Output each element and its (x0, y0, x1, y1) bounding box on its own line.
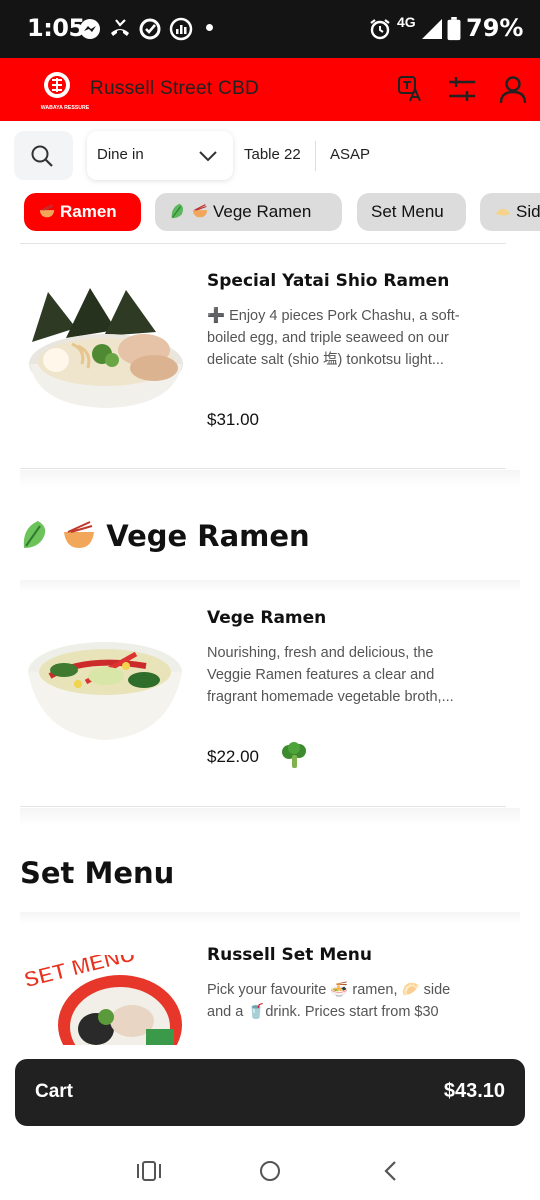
missed-call-icon (111, 19, 129, 36)
system-nav-bar (0, 1136, 540, 1200)
item-price: $22.00 (207, 747, 259, 766)
tab-sides[interactable]: Sid (480, 193, 540, 231)
store-name[interactable]: Russell Street CBD (90, 78, 259, 100)
battery-percent: 79% (466, 14, 524, 42)
cart-button[interactable]: Cart $43.10 (15, 1059, 525, 1126)
cart-label: Cart (35, 1081, 74, 1102)
card-shadow (20, 580, 520, 592)
section-title-vege-ramen: Vege Ramen (20, 518, 310, 553)
vege-ramen-image (28, 642, 182, 740)
item-name: Special Yatai Shio Ramen (207, 271, 450, 291)
network-type: 4G (397, 14, 416, 30)
desc-line: Nourishing, fresh and delicious, the (207, 645, 434, 661)
dumpling-icon (495, 208, 511, 216)
tab-vege-ramen[interactable]: Vege Ramen (155, 193, 342, 231)
app-header: WABAYA RESSURE Russell Street CBD (0, 58, 540, 121)
desc-line: fragrant homemade vegetable broth,... (207, 689, 454, 705)
status-time: 1:05 (27, 14, 85, 42)
alarm-icon (370, 19, 390, 40)
desc-line: Pick your favourite 🍜 ramen, 🥟 side (207, 982, 451, 998)
card-shadow (20, 808, 520, 826)
signal-icon (422, 19, 442, 39)
tab-ramen[interactable]: Ramen (24, 193, 141, 231)
battery-icon (447, 17, 461, 41)
home-icon[interactable] (255, 1156, 285, 1186)
sync-icon (139, 18, 161, 40)
tab-label: Set Menu (371, 202, 444, 221)
chevron-down-icon (199, 151, 217, 162)
item-description: Nourishing, fresh and delicious, the Veg… (207, 642, 507, 708)
dine-mode-value: Dine in (97, 146, 144, 163)
cart-total: $43.10 (443, 1080, 505, 1102)
item-description: ➕ Enjoy 4 pieces Pork Chashu, a soft- bo… (207, 305, 507, 371)
search-icon (31, 145, 53, 167)
desc-line: ➕ Enjoy 4 pieces Pork Chashu, a soft- (207, 308, 460, 324)
divider (20, 468, 506, 469)
divider (20, 243, 506, 244)
tab-label: Sid (516, 202, 540, 221)
card-shadow (20, 470, 520, 488)
order-time[interactable]: ASAP (330, 146, 370, 163)
ramen-bowl-icon (192, 204, 208, 218)
divider (20, 806, 506, 807)
ramen-bowl-icon (64, 521, 95, 548)
item-price: $31.00 (207, 410, 259, 429)
chart-app-icon (169, 17, 193, 41)
account-icon[interactable] (498, 74, 528, 104)
tab-label: Vege Ramen (213, 202, 312, 221)
table-number[interactable]: Table 22 (244, 146, 301, 163)
card-shadow (20, 912, 520, 924)
brand-logo-text: WABAYA RESSURE (41, 105, 90, 111)
divider (315, 141, 316, 171)
category-tabs: Ramen Vege Ramen Set Menu Sid (0, 189, 540, 243)
desc-line: Veggie Ramen features a clear and (207, 667, 435, 683)
leafy-greens-icon (171, 203, 184, 219)
ramen-bowl-icon (39, 204, 55, 218)
special-yatai-shio-ramen-image (29, 288, 183, 408)
recent-apps-icon[interactable] (134, 1156, 164, 1186)
order-options-bar: Dine in Table 22 ASAP (0, 121, 540, 189)
messenger-icon (80, 19, 100, 39)
section-title-set-menu: Set Menu (20, 856, 175, 890)
section-title-text: Vege Ramen (106, 519, 310, 553)
dine-mode-select[interactable]: Dine in (87, 131, 233, 180)
leafy-greens-icon (23, 521, 46, 548)
tab-set-menu[interactable]: Set Menu (357, 193, 466, 231)
notification-dot (206, 24, 213, 31)
desc-line: boiled egg, and triple seaweed on our (207, 330, 449, 346)
filter-sliders-icon[interactable] (447, 74, 477, 104)
brand-logo[interactable]: WABAYA RESSURE (40, 70, 90, 112)
item-description: Pick your favourite 🍜 ramen, 🥟 side and … (207, 979, 517, 1023)
desc-line: delicate salt (shio 塩) tonkotsu light... (207, 352, 444, 368)
set-menu-image: SET MENU (22, 955, 182, 1045)
item-name: Vege Ramen (207, 608, 327, 628)
status-bar: 1:05 4G 79% (0, 0, 540, 58)
back-icon[interactable] (376, 1156, 406, 1186)
tab-label: Ramen (60, 202, 117, 221)
broccoli-icon (282, 742, 306, 768)
translate-icon[interactable] (396, 74, 426, 104)
desc-line: and a 🥤drink. Prices start from $30 (207, 1004, 439, 1020)
item-name: Russell Set Menu (207, 945, 373, 965)
search-button[interactable] (14, 131, 73, 180)
